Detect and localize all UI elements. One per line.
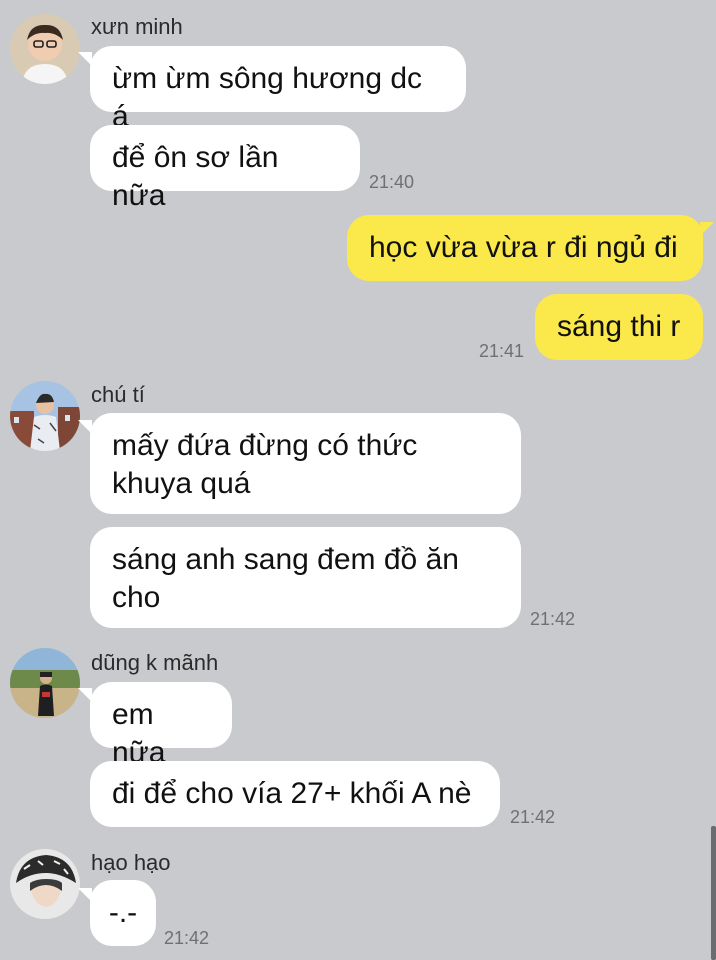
message-bubble[interactable]: ừm ừm sông hương dc á [90, 46, 466, 133]
sender-name: xưn minh [91, 14, 183, 39]
message-timestamp: 21:41 [479, 341, 525, 361]
avatar-dung-k-manh[interactable] [10, 648, 80, 718]
message-timestamp: 21:42 [164, 928, 210, 948]
message-bubble[interactable]: đi để cho vía 27+ khối A nè [90, 761, 500, 827]
message-timestamp: 21:40 [369, 172, 415, 192]
message-bubble-outgoing[interactable]: học vừa vừa r đi ngủ đi [347, 215, 703, 281]
message-bubble[interactable]: -.- [90, 880, 156, 946]
avatar-hao-hao[interactable] [10, 849, 80, 919]
message-timestamp: 21:42 [510, 807, 556, 827]
scrollbar-thumb[interactable] [711, 826, 716, 960]
message-bubble[interactable]: để ôn sơ lần nữa [90, 125, 360, 212]
message-bubble[interactable]: em nữa [90, 682, 232, 769]
sender-name: chú tí [91, 382, 145, 407]
message-bubble[interactable]: mấy đứa đừng có thức khuya quá [90, 413, 521, 514]
sender-name: dũng k mãnh [91, 650, 219, 675]
bubble-tail [700, 222, 714, 236]
message-timestamp: 21:42 [530, 609, 576, 629]
message-bubble[interactable]: sáng anh sang đem đồ ăn cho [90, 527, 521, 628]
avatar-chu-ti[interactable] [10, 381, 80, 451]
message-bubble-outgoing[interactable]: sáng thi r [535, 294, 703, 360]
sender-name: hạo hạo [91, 850, 171, 875]
avatar-xun-minh[interactable] [10, 14, 80, 84]
